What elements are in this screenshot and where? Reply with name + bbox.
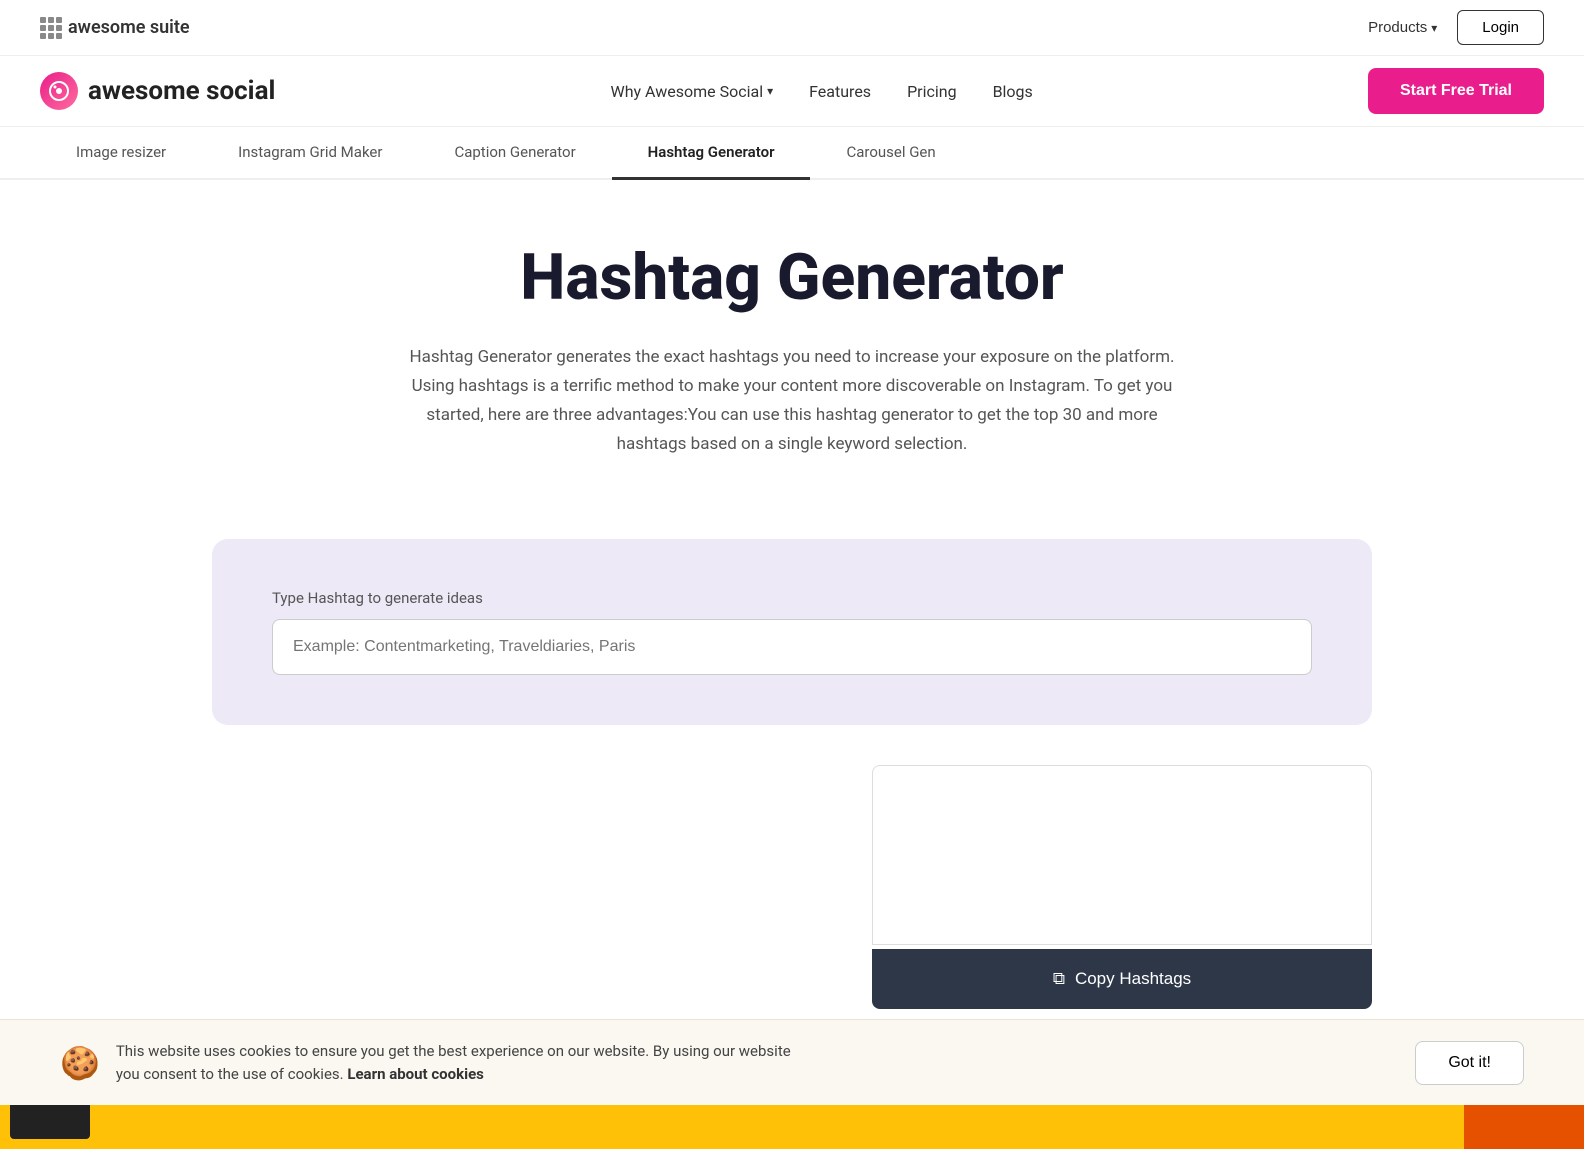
nav-links: Why Awesome Social Features Pricing Blog… bbox=[611, 82, 1033, 101]
cookie-banner: 🍪 This website uses cookies to ensure yo… bbox=[0, 1019, 1584, 1105]
page-title: Hashtag Generator bbox=[40, 240, 1544, 315]
nav-blogs[interactable]: Blogs bbox=[993, 82, 1033, 101]
input-label: Type Hashtag to generate ideas bbox=[272, 589, 1312, 607]
top-bar: awesome suite Products Login bbox=[0, 0, 1584, 56]
brand-logo bbox=[40, 72, 78, 110]
login-button[interactable]: Login bbox=[1457, 10, 1544, 45]
cookie-text: This website uses cookies to ensure you … bbox=[116, 1040, 816, 1085]
cookie-icon: 🍪 bbox=[60, 1044, 100, 1082]
copy-hashtags-label: Copy Hashtags bbox=[1075, 969, 1191, 989]
tab-carousel-generator[interactable]: Carousel Gen bbox=[810, 127, 971, 180]
brand-name: awesome social bbox=[88, 76, 275, 106]
tab-caption-generator[interactable]: Caption Generator bbox=[418, 127, 611, 180]
top-bar-actions: Products Login bbox=[1368, 10, 1544, 45]
copy-hashtags-button[interactable]: ⧉ Copy Hashtags bbox=[872, 949, 1372, 1009]
generator-box: Type Hashtag to generate ideas bbox=[212, 539, 1372, 725]
suite-name: awesome suite bbox=[68, 17, 190, 38]
nav-pricing[interactable]: Pricing bbox=[907, 82, 957, 101]
tab-image-resizer[interactable]: Image resizer bbox=[40, 127, 202, 180]
hero-description: Hashtag Generator generates the exact ha… bbox=[402, 343, 1182, 459]
brand: awesome social bbox=[40, 72, 275, 110]
main-nav: awesome social Why Awesome Social Featur… bbox=[0, 56, 1584, 127]
nav-features[interactable]: Features bbox=[809, 82, 871, 101]
output-section: ⧉ Copy Hashtags bbox=[212, 765, 1372, 1009]
tool-tabs: Image resizer Instagram Grid Maker Capti… bbox=[0, 127, 1584, 180]
products-dropdown[interactable]: Products bbox=[1368, 19, 1437, 36]
suite-brand: awesome suite bbox=[40, 17, 190, 39]
copy-icon: ⧉ bbox=[1053, 969, 1065, 989]
hashtag-output[interactable] bbox=[872, 765, 1372, 945]
cookie-left: 🍪 This website uses cookies to ensure yo… bbox=[60, 1040, 816, 1085]
learn-about-cookies-link[interactable]: Learn about cookies bbox=[347, 1065, 484, 1083]
hero-section: Hashtag Generator Hashtag Generator gene… bbox=[0, 180, 1584, 499]
tab-instagram-grid[interactable]: Instagram Grid Maker bbox=[202, 127, 418, 180]
grid-icon bbox=[40, 17, 62, 39]
hashtag-input[interactable] bbox=[272, 619, 1312, 675]
start-free-trial-button[interactable]: Start Free Trial bbox=[1368, 68, 1544, 114]
tab-hashtag-generator[interactable]: Hashtag Generator bbox=[612, 127, 811, 180]
got-it-button[interactable]: Got it! bbox=[1415, 1041, 1524, 1085]
nav-why-awesome-social[interactable]: Why Awesome Social bbox=[611, 82, 774, 101]
output-box-wrapper: ⧉ Copy Hashtags bbox=[872, 765, 1372, 1009]
